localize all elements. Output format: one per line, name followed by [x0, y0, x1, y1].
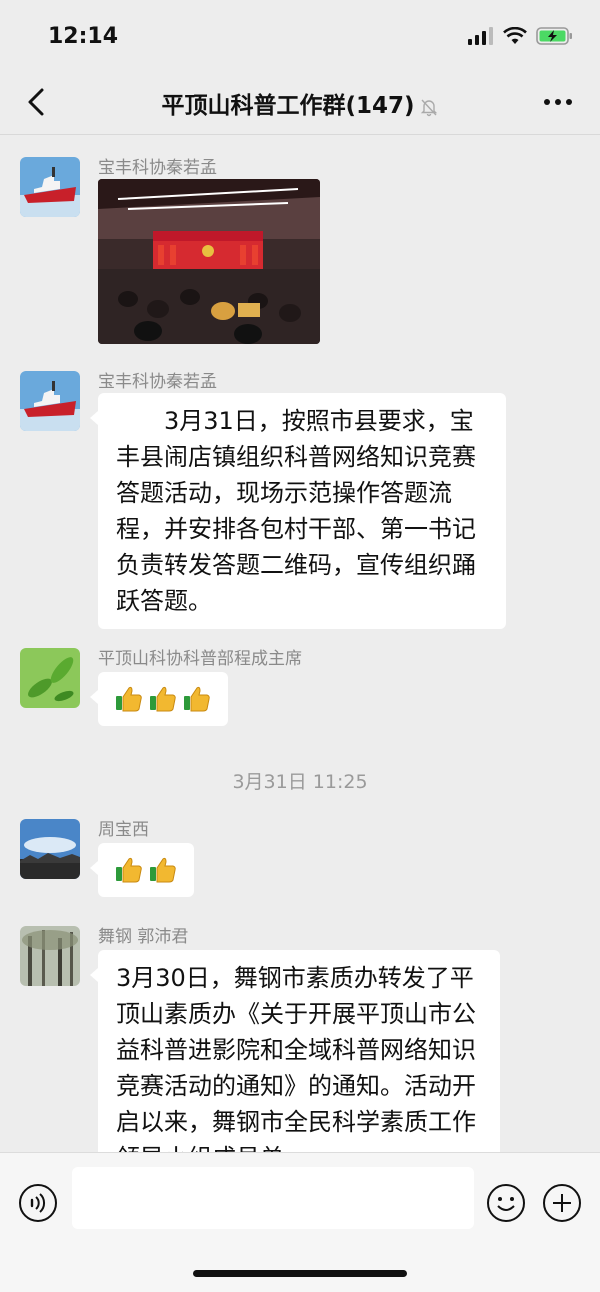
member-count: (147) [345, 93, 415, 119]
message-input[interactable] [72, 1167, 474, 1229]
more-options-icon[interactable] [542, 90, 574, 114]
thumbs-up-icon [116, 686, 142, 712]
chat-area[interactable]: 宝丰科协秦若孟 宝丰科协秦若孟 3月31日，按照市县要求，宝丰县闹店镇组织科普网… [0, 135, 600, 1152]
chat-header: 平顶山科普工作群(147) [0, 72, 600, 134]
sender-name: 周宝西 [98, 820, 149, 840]
voice-input-icon[interactable] [18, 1183, 58, 1223]
mute-bell-icon [420, 99, 437, 116]
sender-name: 舞钢 郭沛君 [98, 927, 189, 947]
message-bubble[interactable] [90, 672, 228, 726]
thumbs-up-icon [150, 857, 176, 883]
thumbs-up-icon [116, 857, 142, 883]
emoji-icon[interactable] [486, 1183, 526, 1223]
status-icons [468, 26, 574, 46]
sky-avatar-icon[interactable] [20, 819, 80, 879]
thumbs-up-icon [184, 686, 210, 712]
status-bar: 12:14 [0, 0, 600, 72]
battery-charging-icon [536, 27, 572, 45]
chat-timestamp: 3月31日 11:25 [232, 771, 368, 793]
message-bubble[interactable]: 3月30日，舞钢市素质办转发了平顶山素质办《关于开展平顶山市公益科普进影院和全域… [90, 950, 500, 1152]
wifi-icon [503, 27, 527, 44]
message-bubble[interactable]: 3月31日，按照市县要求，宝丰县闹店镇组织科普网络知识竞赛答题活动，现场示范操作… [90, 393, 506, 629]
thumbs-up-icon [150, 686, 176, 712]
leaf-avatar-icon[interactable] [20, 648, 80, 708]
plus-icon[interactable] [542, 1183, 582, 1223]
status-time: 12:14 [48, 24, 119, 49]
chat-title: 平顶山科普工作群(147) [0, 86, 600, 120]
forest-avatar-icon[interactable] [20, 926, 80, 986]
sender-name: 宝丰科协秦若孟 [98, 158, 217, 178]
ship-avatar-icon[interactable] [20, 371, 80, 431]
sender-name: 宝丰科协秦若孟 [98, 372, 217, 392]
sender-name: 平顶山科协科普部程成主席 [98, 649, 302, 669]
ship-avatar-icon[interactable] [20, 157, 80, 217]
group-name: 平顶山科普工作群 [161, 93, 346, 119]
home-indicator [193, 1270, 407, 1277]
signal-icon [468, 27, 493, 45]
message-bubble[interactable] [90, 843, 194, 897]
meeting-hall-photo[interactable] [98, 179, 320, 344]
